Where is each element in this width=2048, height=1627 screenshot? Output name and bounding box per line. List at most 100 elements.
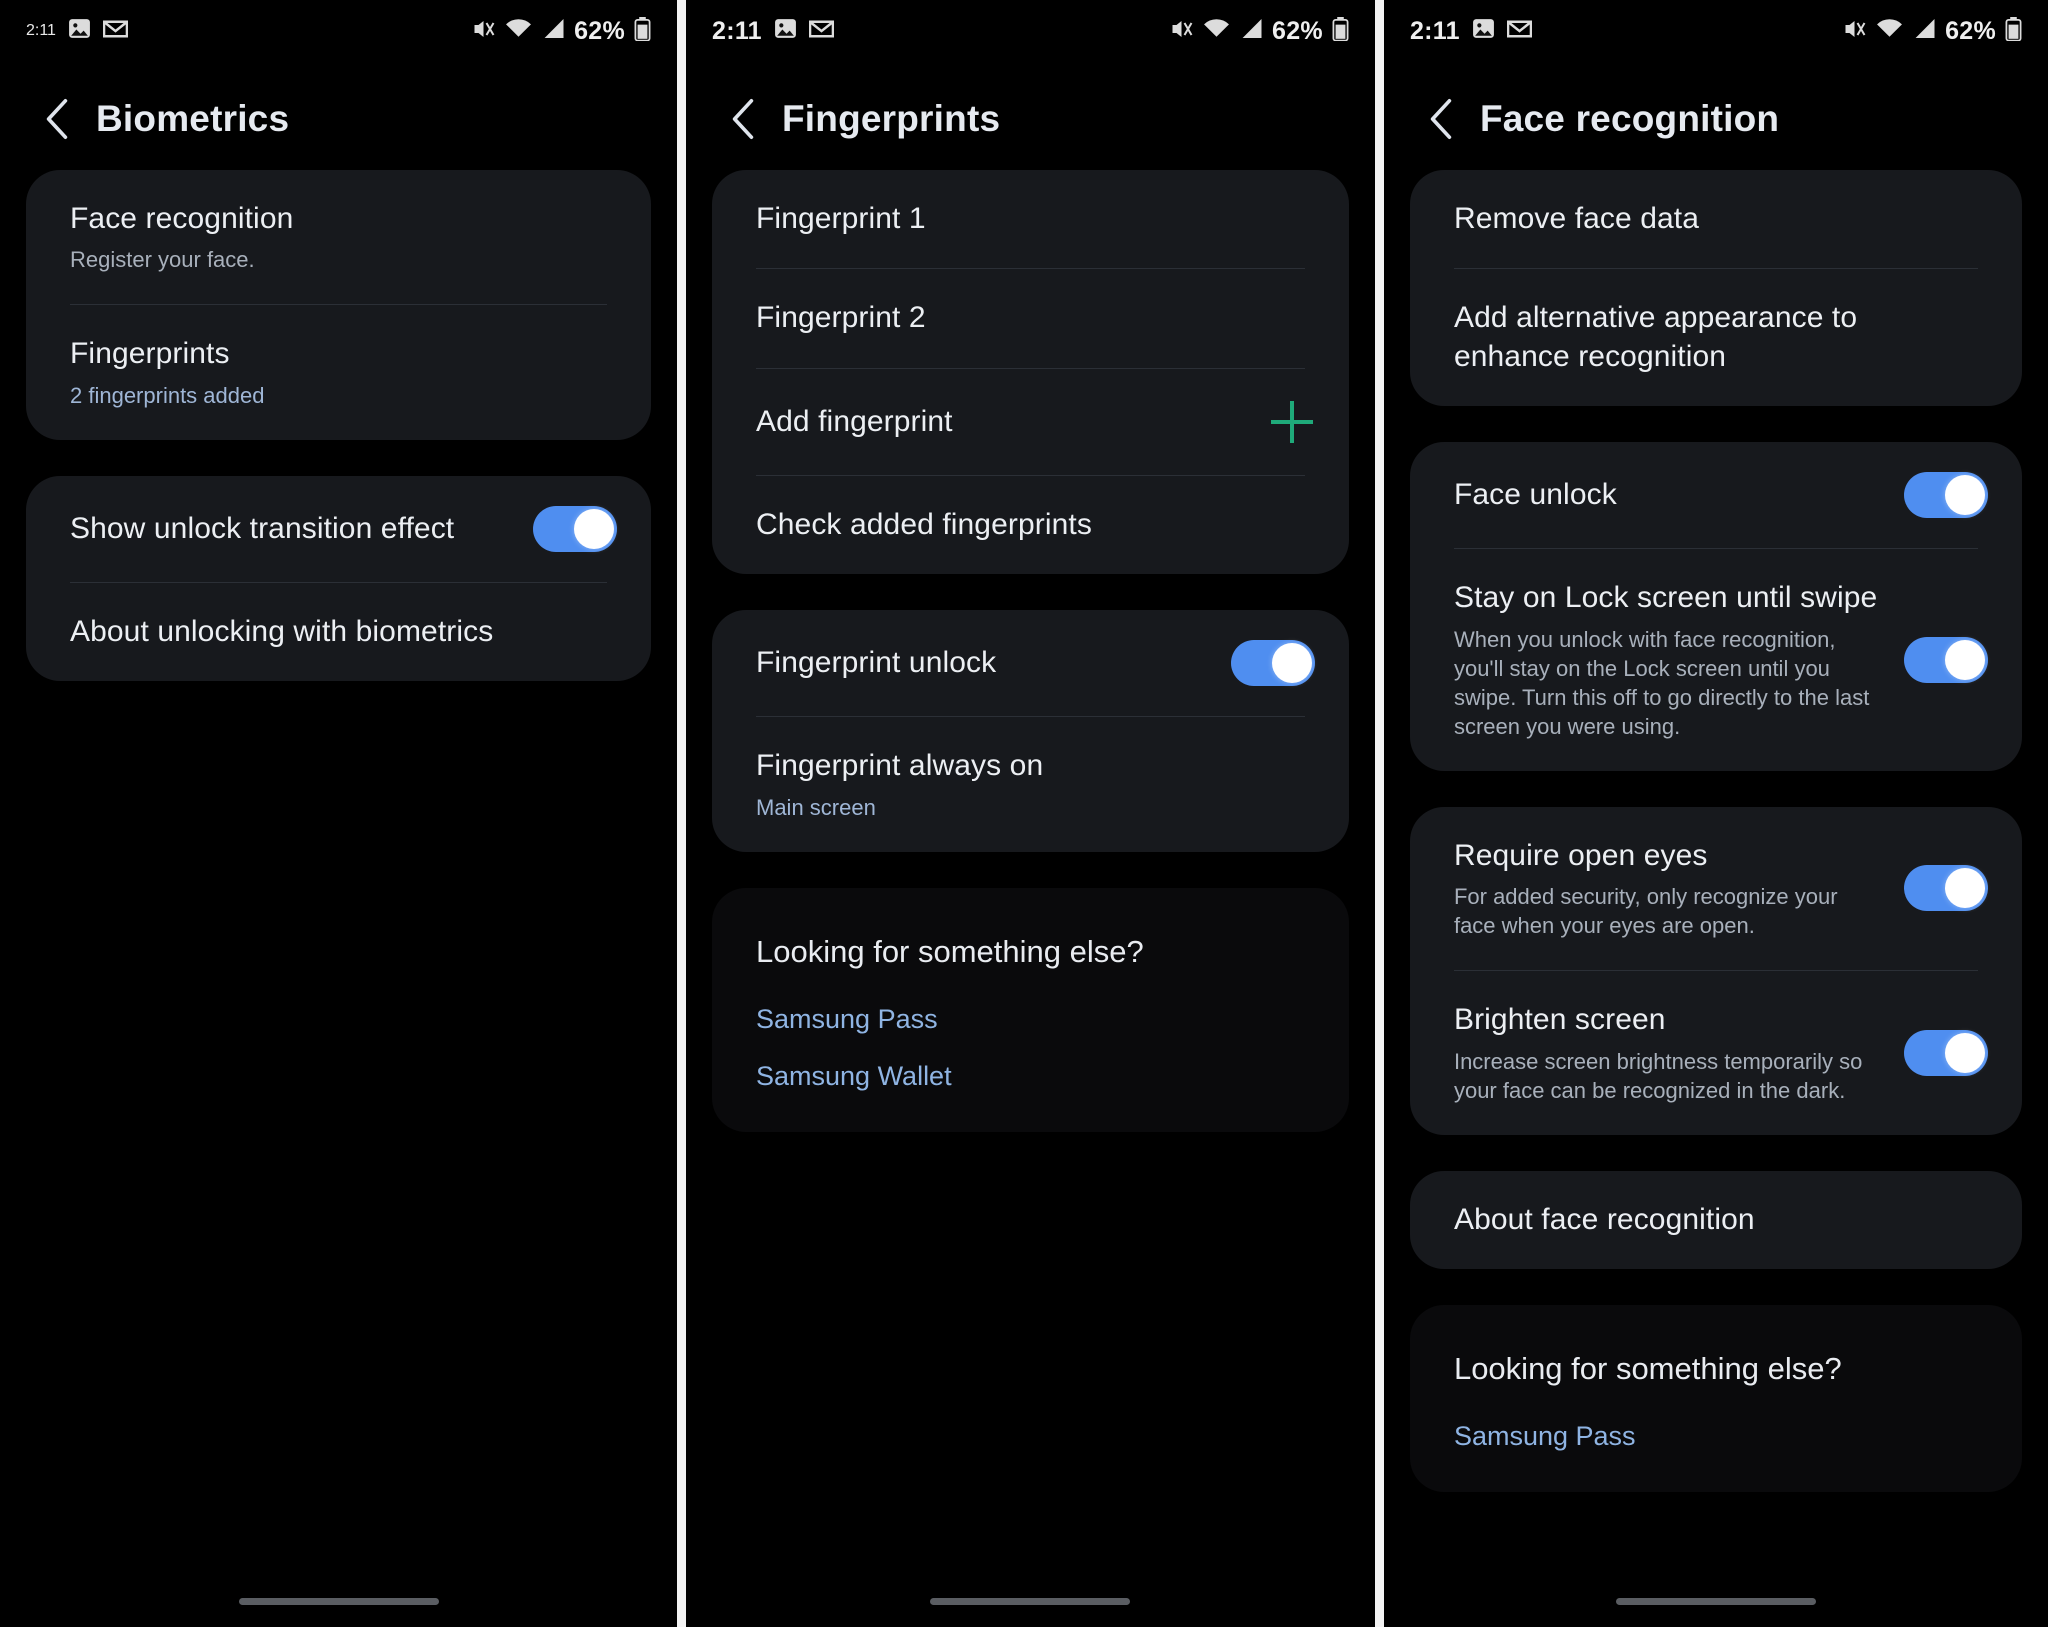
- row-subtitle: Main screen: [756, 794, 876, 820]
- row-add-alternative-appearance[interactable]: Add alternative appearance to enhance re…: [1410, 269, 2022, 406]
- plus-icon[interactable]: [1269, 399, 1315, 445]
- row-show-unlock-transition-effect[interactable]: Show unlock transition effect: [26, 476, 651, 582]
- back-button[interactable]: [1424, 98, 1458, 140]
- settings-group-biometric-options: Show unlock transition effect About unlo…: [26, 475, 651, 682]
- wifi-icon: [505, 18, 532, 44]
- row-title: Face recognition: [70, 202, 294, 235]
- row-title: Add fingerprint: [756, 404, 953, 438]
- row-add-fingerprint[interactable]: Add fingerprint: [712, 369, 1349, 475]
- toggle-stay-on-lock-screen[interactable]: [1904, 636, 1989, 683]
- row-subtitle: When you unlock with face recognition, y…: [1453, 626, 1870, 739]
- status-bar: 2:11 62%: [0, 0, 677, 62]
- toggle-knob: [1271, 643, 1312, 684]
- battery-percent: 62%: [1945, 16, 1997, 45]
- back-button[interactable]: [726, 98, 760, 140]
- signal-icon: [541, 18, 565, 44]
- signal-icon: [1912, 18, 1936, 44]
- link-samsung-pass[interactable]: Samsung Pass: [1454, 1421, 1978, 1452]
- row-fingerprints[interactable]: Fingerprints 2 fingerprints added: [26, 305, 651, 439]
- toggle-brighten-screen[interactable]: [1904, 1029, 1989, 1076]
- row-title: Fingerprint 1: [756, 202, 926, 235]
- row-brighten-screen[interactable]: Brighten screen Increase screen brightne…: [1410, 971, 2022, 1134]
- row-title: Face unlock: [1453, 477, 1617, 511]
- mute-icon: [471, 18, 496, 45]
- status-bar-left: 2:11: [1409, 16, 1533, 46]
- toggle-face-unlock[interactable]: [1904, 472, 1989, 519]
- status-time: 2:11: [712, 16, 762, 45]
- signal-icon: [1239, 18, 1263, 44]
- row-fingerprint-2[interactable]: Fingerprint 2: [712, 269, 1349, 367]
- gmail-icon: [808, 19, 835, 44]
- row-title: Remove face data: [1453, 202, 1700, 235]
- row-about-face-recognition[interactable]: About face recognition: [1410, 1171, 2022, 1269]
- toggle-fingerprint-unlock[interactable]: [1230, 640, 1315, 687]
- looking-for-something-else-section: Looking for something else? Samsung Pass…: [712, 887, 1349, 1132]
- three-panel-screenshot: 2:11 62% Biometrics Face recognition Reg…: [0, 0, 2048, 1627]
- row-title: About unlocking with biometrics: [70, 614, 494, 648]
- link-samsung-pass[interactable]: Samsung Pass: [756, 1004, 1305, 1035]
- page-title: Fingerprints: [782, 98, 1001, 139]
- row-title: Check added fingerprints: [756, 507, 1092, 541]
- row-check-added-fingerprints[interactable]: Check added fingerprints: [712, 476, 1349, 574]
- row-title: Show unlock transition effect: [70, 511, 455, 545]
- toggle-require-open-eyes[interactable]: [1904, 865, 1989, 912]
- battery-icon: [2005, 16, 2022, 46]
- settings-group-face-recognition-options: Require open eyes For added security, on…: [1409, 806, 2023, 1135]
- row-title: Add alternative appearance to enhance re…: [1453, 301, 1858, 373]
- row-about-unlocking-with-biometrics[interactable]: About unlocking with biometrics: [26, 583, 651, 681]
- page-header: Face recognition: [1384, 62, 2048, 170]
- row-fingerprint-unlock[interactable]: Fingerprint unlock: [712, 610, 1349, 716]
- row-face-recognition[interactable]: Face recognition Register your face.: [26, 170, 651, 304]
- page-header: Fingerprints: [686, 62, 1375, 170]
- toggle-show-unlock-transition-effect[interactable]: [533, 505, 617, 552]
- status-bar: 2:11 62%: [686, 0, 1375, 62]
- link-samsung-wallet[interactable]: Samsung Wallet: [756, 1061, 1305, 1092]
- chevron-left-icon: [732, 98, 754, 140]
- wifi-icon: [1876, 18, 1903, 44]
- phone-screen-face-recognition: 2:11 62% Face recognition Remove face da…: [1383, 0, 2048, 1627]
- row-fingerprint-1[interactable]: Fingerprint 1: [712, 170, 1349, 268]
- looking-for-title: Looking for something else?: [756, 933, 1144, 969]
- row-face-unlock[interactable]: Face unlock: [1410, 442, 2022, 548]
- row-fingerprint-always-on[interactable]: Fingerprint always on Main screen: [712, 717, 1349, 851]
- chevron-left-icon: [1430, 98, 1452, 140]
- back-button[interactable]: [40, 98, 74, 140]
- status-bar-right: 62%: [471, 16, 651, 46]
- panel-divider: [677, 0, 686, 1627]
- row-title: Require open eyes: [1453, 838, 1708, 872]
- status-bar-right: 62%: [1842, 16, 2022, 46]
- navigation-pill[interactable]: [238, 1598, 439, 1605]
- row-title: About face recognition: [1453, 1202, 1755, 1236]
- row-subtitle: Register your face.: [70, 247, 255, 273]
- row-title: Brighten screen: [1453, 1003, 1666, 1037]
- chevron-left-icon: [46, 98, 68, 140]
- gmail-icon: [1506, 19, 1533, 44]
- gmail-icon: [102, 19, 129, 44]
- navigation-pill[interactable]: [930, 1598, 1131, 1605]
- toggle-knob: [1945, 1032, 1986, 1073]
- status-time: 2:11: [1409, 16, 1460, 45]
- looking-for-title: Looking for something else?: [1453, 1350, 1842, 1386]
- settings-group-biometric-methods: Face recognition Register your face. Fin…: [26, 170, 651, 440]
- row-stay-on-lock-screen-until-swipe[interactable]: Stay on Lock screen until swipe When you…: [1410, 549, 2022, 771]
- row-title: Fingerprint always on: [756, 749, 1044, 783]
- photo-icon: [67, 16, 92, 46]
- status-bar: 2:11 62%: [1384, 0, 2048, 62]
- photo-icon: [1471, 16, 1496, 46]
- row-title: Fingerprint unlock: [756, 645, 997, 679]
- navigation-pill[interactable]: [1615, 1598, 1816, 1605]
- row-require-open-eyes[interactable]: Require open eyes For added security, on…: [1410, 807, 2022, 970]
- row-remove-face-data[interactable]: Remove face data: [1410, 170, 2022, 268]
- page-title: Biometrics: [96, 98, 290, 139]
- mute-icon: [1169, 18, 1194, 45]
- row-title: Stay on Lock screen until swipe: [1453, 581, 1878, 615]
- wifi-icon: [1203, 18, 1230, 44]
- status-time: 2:11: [26, 22, 56, 39]
- row-title: Fingerprints: [70, 337, 230, 371]
- mute-icon: [1842, 18, 1867, 45]
- settings-group-fingerprint-list: Fingerprint 1 Fingerprint 2 Add fingerpr…: [712, 170, 1349, 575]
- battery-percent: 62%: [1272, 16, 1323, 45]
- toggle-knob: [574, 508, 614, 549]
- settings-group-face-unlock: Face unlock Stay on Lock screen until sw…: [1409, 442, 2023, 771]
- toggle-knob: [1945, 639, 1986, 680]
